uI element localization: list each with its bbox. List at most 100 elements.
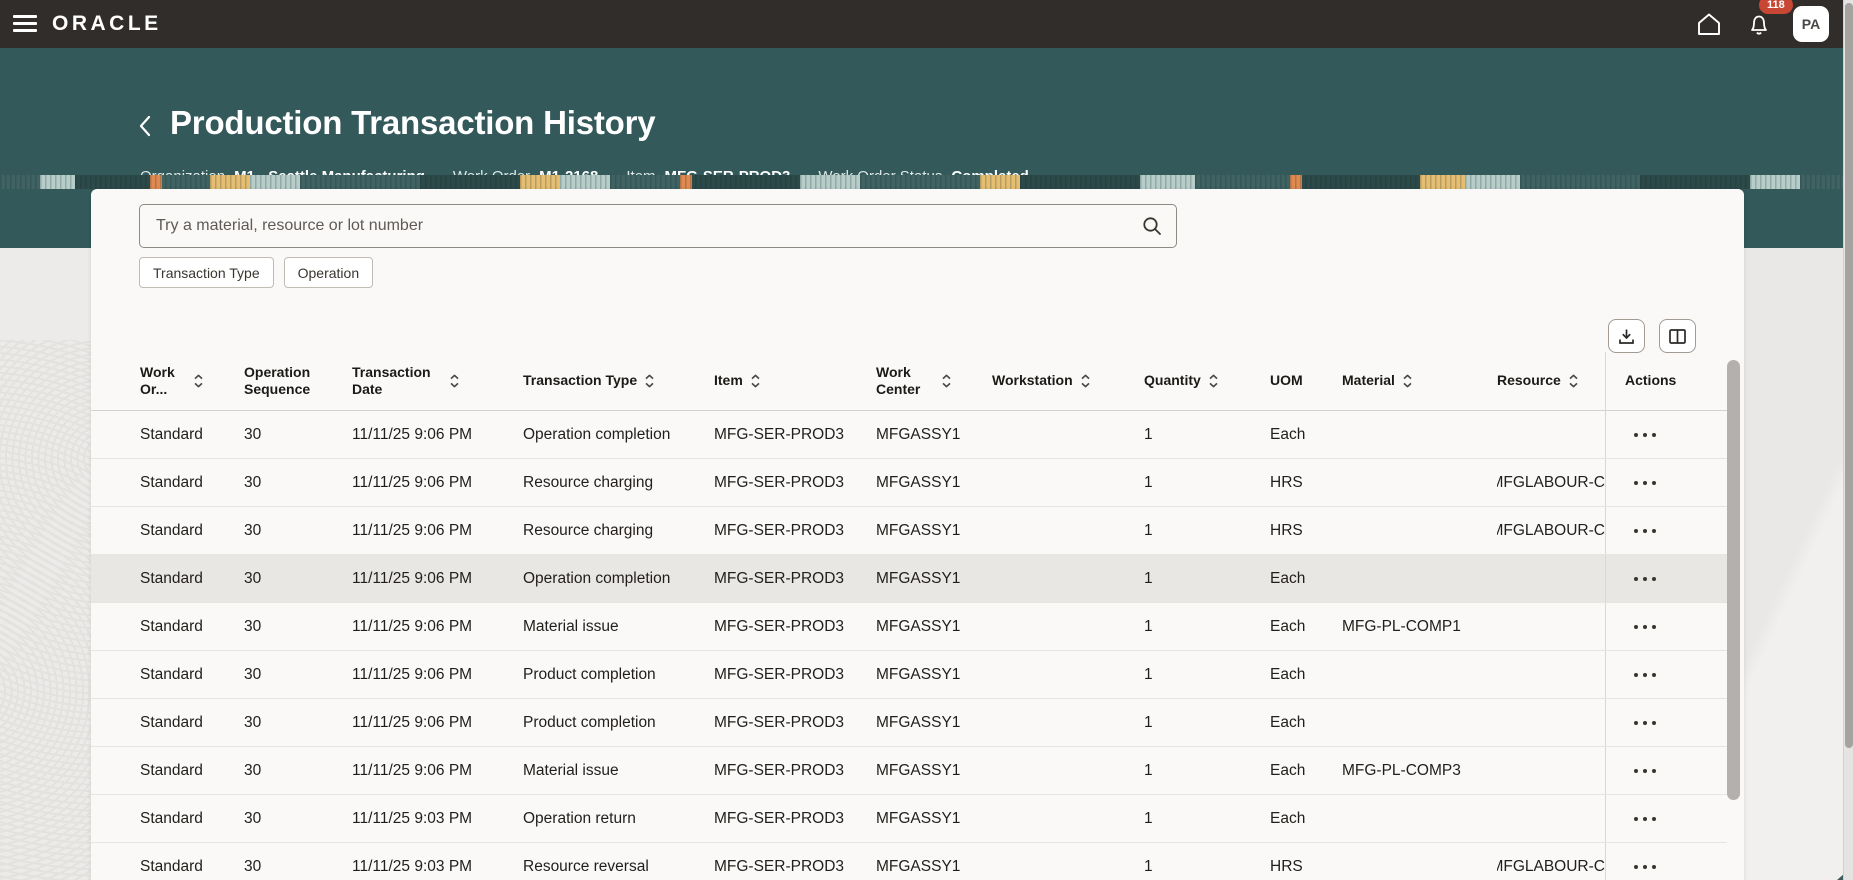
- cell-workstation: [992, 747, 1144, 794]
- cell-value: 11/11/25 9:06 PM: [352, 762, 472, 780]
- table-row[interactable]: Standard3011/11/25 9:06 PMMaterial issue…: [91, 603, 1727, 651]
- sort-icon[interactable]: [941, 373, 952, 389]
- table-row[interactable]: Standard3011/11/25 9:03 PMResource rever…: [91, 843, 1727, 880]
- home-icon[interactable]: [1693, 8, 1725, 40]
- table-row[interactable]: Standard3011/11/25 9:06 PMResource charg…: [91, 459, 1727, 507]
- row-actions-button[interactable]: [1630, 617, 1660, 637]
- sort-icon[interactable]: [750, 373, 761, 389]
- cell-transaction-date: 11/11/25 9:06 PM: [352, 747, 523, 794]
- row-actions-button[interactable]: [1630, 713, 1660, 733]
- row-actions-button[interactable]: [1630, 665, 1660, 685]
- cell-operation-sequence: 30: [244, 459, 352, 506]
- sort-icon[interactable]: [449, 373, 460, 389]
- cell-work-order: Standard: [91, 795, 244, 842]
- cell-workstation: [992, 651, 1144, 698]
- sort-icon[interactable]: [193, 373, 204, 389]
- table-row[interactable]: Standard3011/11/25 9:06 PMResource charg…: [91, 507, 1727, 555]
- sort-icon[interactable]: [1568, 373, 1579, 389]
- row-actions-button[interactable]: [1630, 809, 1660, 829]
- cell-value: Standard: [140, 714, 203, 732]
- search-box: [139, 204, 1177, 248]
- column-header-work-center[interactable]: Work Center: [876, 352, 992, 410]
- column-header-operation-sequence: Operation Sequence: [244, 352, 352, 410]
- sort-icon[interactable]: [644, 373, 655, 389]
- cell-value: MFG-SER-PROD3: [714, 810, 844, 828]
- row-actions-button[interactable]: [1630, 425, 1660, 445]
- cell-quantity: 1: [1144, 411, 1270, 458]
- cell-quantity: 1: [1144, 603, 1270, 650]
- row-actions-button[interactable]: [1630, 521, 1660, 541]
- download-icon[interactable]: [1608, 319, 1645, 353]
- cell-resource: [1497, 603, 1605, 650]
- search-icon[interactable]: [1141, 215, 1163, 237]
- cell-material: MFG-PL-COMP1: [1342, 603, 1497, 650]
- cell-value: Each: [1270, 666, 1305, 684]
- cell-operation-sequence: 30: [244, 603, 352, 650]
- cell-value: 30: [244, 810, 261, 828]
- window-scrollbar[interactable]: [1843, 0, 1853, 880]
- decorative-banner: [0, 175, 1853, 189]
- cell-value: Standard: [140, 618, 203, 636]
- columns-icon[interactable]: [1659, 319, 1696, 353]
- column-header-transaction-date[interactable]: Transaction Date: [352, 352, 523, 410]
- row-actions-button[interactable]: [1630, 857, 1660, 877]
- cell-transaction-type: Resource charging: [523, 459, 714, 506]
- sort-icon[interactable]: [1402, 373, 1413, 389]
- sort-icon[interactable]: [1208, 373, 1219, 389]
- column-header-resource[interactable]: Resource: [1497, 352, 1605, 410]
- table-body: Standard3011/11/25 9:06 PMOperation comp…: [91, 411, 1727, 880]
- filter-chip-operation[interactable]: Operation: [284, 257, 373, 288]
- cell-value: Each: [1270, 714, 1305, 732]
- column-header-work-order[interactable]: Work Or...: [91, 352, 244, 410]
- cell-value: MFGASSY1: [876, 714, 960, 732]
- cell-workstation: [992, 555, 1144, 602]
- back-icon[interactable]: [131, 111, 157, 141]
- cell-transaction-date: 11/11/25 9:06 PM: [352, 411, 523, 458]
- filter-chips: Transaction Type Operation: [139, 257, 373, 288]
- row-actions-button[interactable]: [1630, 569, 1660, 589]
- cell-uom: HRS: [1270, 507, 1342, 554]
- background-pattern-right: [1744, 248, 1853, 880]
- content-card: Transaction Type Operation Work Or...Ope…: [91, 189, 1744, 880]
- cell-transaction-date: 11/11/25 9:06 PM: [352, 555, 523, 602]
- table-row[interactable]: Standard3011/11/25 9:06 PMMaterial issue…: [91, 747, 1727, 795]
- table-row[interactable]: Standard3011/11/25 9:03 PMOperation retu…: [91, 795, 1727, 843]
- table-row[interactable]: Standard3011/11/25 9:06 PMProduct comple…: [91, 699, 1727, 747]
- table-row[interactable]: Standard3011/11/25 9:06 PMOperation comp…: [91, 411, 1727, 459]
- table-scrollbar[interactable]: [1727, 360, 1740, 800]
- menu-icon[interactable]: [13, 15, 37, 33]
- bell-icon[interactable]: 118: [1743, 8, 1775, 40]
- column-header-quantity[interactable]: Quantity: [1144, 352, 1270, 410]
- cell-resource: [1497, 699, 1605, 746]
- cell-value: 1: [1144, 714, 1153, 732]
- cell-quantity: 1: [1144, 843, 1270, 880]
- cell-transaction-type: Operation return: [523, 795, 714, 842]
- cell-value: MFGASSY1: [876, 474, 960, 492]
- column-header-item[interactable]: Item: [714, 352, 876, 410]
- row-actions-button[interactable]: [1630, 473, 1660, 493]
- column-label: Workstation: [992, 372, 1073, 389]
- row-actions-button[interactable]: [1630, 761, 1660, 781]
- column-header-workstation[interactable]: Workstation: [992, 352, 1144, 410]
- cell-transaction-date: 11/11/25 9:06 PM: [352, 651, 523, 698]
- notification-badge: 118: [1759, 0, 1793, 14]
- cell-work-center: MFGASSY1: [876, 459, 992, 506]
- cell-work-center: MFGASSY1: [876, 603, 992, 650]
- column-header-material[interactable]: Material: [1342, 352, 1497, 410]
- cell-value: Each: [1270, 618, 1305, 636]
- window-scrollbar-thumb[interactable]: [1845, 3, 1853, 748]
- cell-transaction-type: Product completion: [523, 699, 714, 746]
- avatar[interactable]: PA: [1793, 6, 1829, 42]
- cell-value: Material issue: [523, 762, 619, 780]
- cell-item: MFG-SER-PROD3: [714, 651, 876, 698]
- cell-value: Each: [1270, 570, 1305, 588]
- column-label: Transaction Type: [523, 372, 637, 389]
- cell-operation-sequence: 30: [244, 699, 352, 746]
- sort-icon[interactable]: [1080, 373, 1091, 389]
- search-input[interactable]: [139, 204, 1177, 248]
- filter-chip-transaction-type[interactable]: Transaction Type: [139, 257, 274, 288]
- table-row[interactable]: Standard3011/11/25 9:06 PMProduct comple…: [91, 651, 1727, 699]
- column-header-transaction-type[interactable]: Transaction Type: [523, 352, 714, 410]
- cell-workstation: [992, 507, 1144, 554]
- table-row[interactable]: Standard3011/11/25 9:06 PMOperation comp…: [91, 555, 1727, 603]
